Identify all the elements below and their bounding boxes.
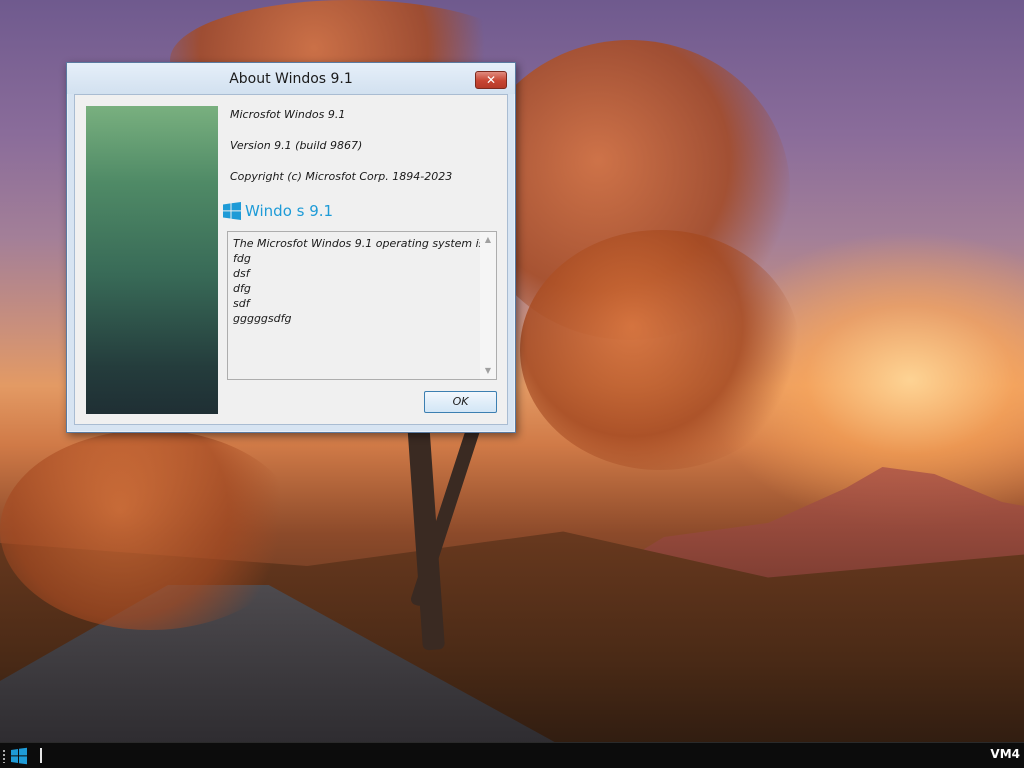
dialog-title: About Windos 9.1: [229, 71, 353, 87]
copyright-text: Copyright (c) Microsfot Corp. 1894-2023: [230, 170, 453, 183]
logo-text: Windo s 9.1: [245, 202, 334, 220]
description-line: sdf: [233, 297, 250, 310]
wallpaper-foliage: [520, 230, 800, 470]
title-bar[interactable]: About Windos 9.1 ✕: [67, 63, 515, 94]
description-text: The Microsfot Windos 9.1 operating syste…: [233, 236, 485, 326]
side-banner-image: [86, 106, 218, 414]
description-line: fdg: [233, 252, 251, 265]
chevron-down-icon[interactable]: ▼: [480, 364, 496, 378]
product-name: Microsfot Windos 9.1: [230, 108, 346, 121]
chevron-up-icon[interactable]: ▲: [480, 233, 496, 247]
about-dialog: About Windos 9.1 ✕ Microsfot Windos 9.1 …: [66, 62, 516, 433]
close-icon: ✕: [485, 73, 497, 87]
vertical-scrollbar[interactable]: ▲ ▼: [480, 232, 496, 379]
taskbar-divider: [40, 748, 42, 763]
close-button[interactable]: ✕: [475, 71, 507, 89]
description-line: The Microsfot Windos 9.1 operating syste…: [233, 237, 485, 250]
description-line: gggggsdfg: [233, 312, 292, 325]
windows-flag-icon: [223, 202, 241, 220]
taskbar: VM4: [0, 742, 1024, 768]
start-button[interactable]: [10, 747, 28, 765]
description-line: dsf: [233, 267, 250, 280]
product-logo: Windo s 9.1: [223, 199, 333, 223]
dialog-client-area: Microsfot Windos 9.1 Version 9.1 (build …: [74, 94, 508, 425]
ok-button[interactable]: OK: [424, 391, 497, 413]
version-text: Version 9.1 (build 9867): [230, 139, 363, 152]
description-box[interactable]: The Microsfot Windos 9.1 operating syste…: [227, 231, 497, 380]
description-line: dfg: [233, 282, 251, 295]
wallpaper-foliage: [0, 430, 300, 630]
taskbar-grip-handle[interactable]: [2, 749, 6, 763]
vm-label: VM4: [990, 747, 1020, 761]
